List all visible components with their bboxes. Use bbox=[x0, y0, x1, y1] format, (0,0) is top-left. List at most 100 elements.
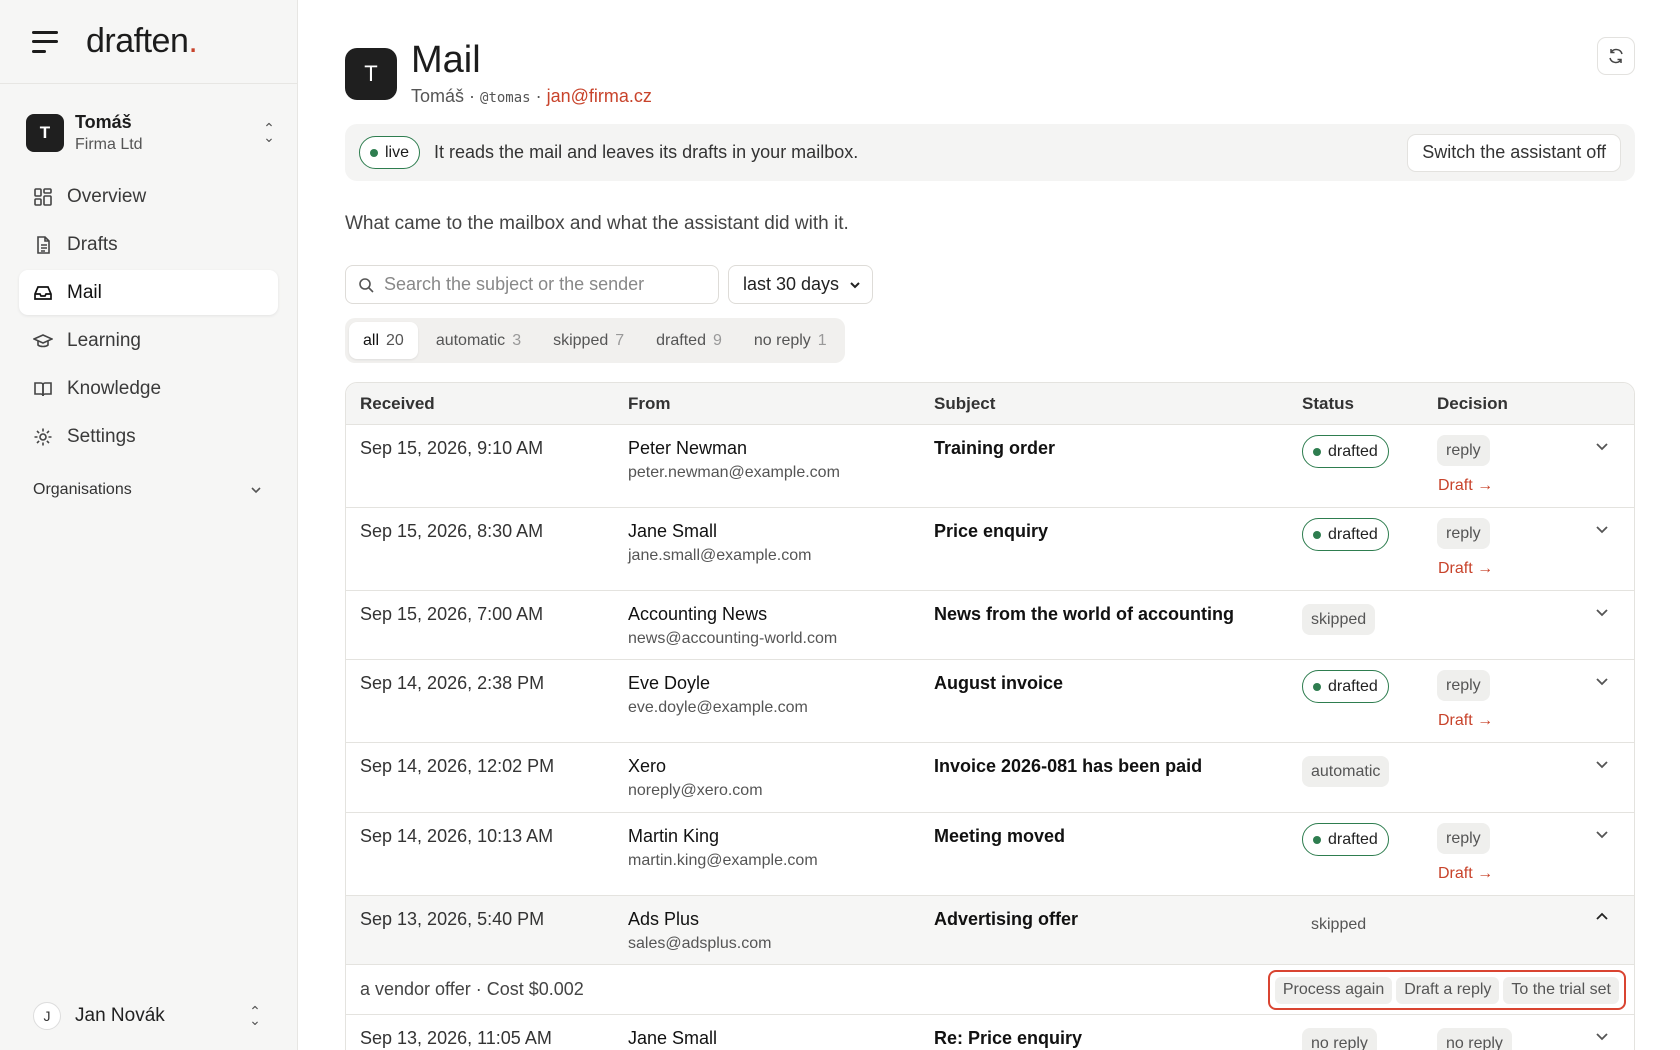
period-selected: last 30 days bbox=[743, 274, 840, 294]
column-received[interactable]: Received bbox=[360, 394, 435, 414]
subject-cell: Price enquiry bbox=[934, 521, 1049, 541]
tab-drafted[interactable]: drafted 9 bbox=[642, 322, 736, 359]
column-from[interactable]: From bbox=[628, 394, 671, 414]
mail-table: Received From Subject Status Decision Se… bbox=[345, 382, 1635, 1050]
organisations-label: Organisations bbox=[33, 481, 132, 498]
chevron-down-icon[interactable] bbox=[1594, 673, 1610, 694]
column-status[interactable]: Status bbox=[1302, 394, 1354, 414]
from-cell: Jane Small bbox=[628, 1028, 718, 1048]
chevron-down-icon[interactable] bbox=[1594, 756, 1610, 777]
draft-link[interactable]: Draft → bbox=[1438, 712, 1493, 730]
sidebar-item-learning[interactable]: Learning bbox=[19, 318, 278, 363]
status-badge: skipped bbox=[1311, 915, 1367, 933]
subject-cell: Training order bbox=[934, 438, 1056, 458]
received-cell: Sep 15, 2026, 8:30 AM bbox=[360, 521, 544, 541]
refresh-button[interactable] bbox=[1597, 37, 1635, 75]
organisations-toggle[interactable]: Organisations bbox=[33, 481, 263, 499]
chevron-updown-icon: ⌃ ⌄ bbox=[263, 120, 275, 145]
header-avatar: T bbox=[345, 48, 397, 100]
column-decision[interactable]: Decision bbox=[1437, 394, 1508, 414]
column-subject[interactable]: Subject bbox=[934, 394, 995, 414]
account-avatar: T bbox=[26, 114, 64, 152]
draft-a-reply-button[interactable]: Draft a reply bbox=[1396, 976, 1500, 1004]
process-again-button[interactable]: Process again bbox=[1274, 976, 1393, 1004]
sidebar-item-label: Drafts bbox=[67, 233, 118, 255]
status-badge: drafted bbox=[1302, 435, 1389, 468]
chevron-updown-icon: ⌃ ⌄ bbox=[249, 1003, 261, 1028]
status-badge: drafted bbox=[1302, 670, 1389, 703]
to-the-trial-set-button[interactable]: To the trial set bbox=[1503, 976, 1619, 1004]
subject-cell: News from the world of accounting bbox=[934, 604, 1235, 624]
logo[interactable]: draften. bbox=[86, 22, 198, 61]
sidebar-item-label: Knowledge bbox=[67, 377, 162, 399]
table-row[interactable]: Sep 13, 2026, 5:40 PM Ads Plus sales@adsp… bbox=[346, 896, 1634, 965]
chevron-down-icon[interactable] bbox=[1594, 1028, 1610, 1049]
refresh-icon bbox=[1609, 48, 1623, 64]
table-row[interactable]: Sep 14, 2026, 2:38 PM Eve Doyle eve.doyle… bbox=[346, 660, 1634, 743]
user-name: Jan Novák bbox=[75, 1005, 165, 1026]
from-cell: Eve Doyle eve.doyle@example.com bbox=[628, 673, 808, 716]
sidebar-item-label: Learning bbox=[67, 329, 141, 351]
tab-no-reply[interactable]: no reply 1 bbox=[740, 322, 841, 359]
account-org: Firma Ltd bbox=[75, 136, 143, 153]
table-row[interactable]: Sep 14, 2026, 10:13 AM Martin King martin… bbox=[346, 813, 1634, 896]
table-header: Received From Subject Status Decision bbox=[346, 383, 1634, 425]
chevron-up-icon[interactable] bbox=[1594, 909, 1610, 930]
live-badge: live bbox=[359, 136, 421, 169]
decision-cell: no reply bbox=[1437, 1028, 1512, 1050]
table-row[interactable]: Sep 15, 2026, 9:10 AM Peter Newman peter.… bbox=[346, 425, 1634, 508]
tab-automatic[interactable]: automatic 3 bbox=[422, 322, 535, 359]
sidebar-item-mail[interactable]: Mail bbox=[19, 270, 278, 315]
decision-cell: reply Draft → bbox=[1437, 518, 1493, 578]
draft-link[interactable]: Draft → bbox=[1438, 477, 1493, 495]
received-cell: Sep 14, 2026, 10:13 AM bbox=[360, 826, 554, 846]
decision-cell: reply Draft → bbox=[1437, 670, 1493, 730]
chevron-down-icon[interactable] bbox=[1594, 438, 1610, 459]
sidebar-item-knowledge[interactable]: Knowledge bbox=[19, 366, 278, 411]
from-cell: Xero noreply@xero.com bbox=[628, 756, 763, 799]
assistant-status-text: It reads the mail and leaves its drafts … bbox=[434, 142, 859, 162]
sidebar-nav: Overview Drafts Mail Learning Knowledge … bbox=[0, 174, 297, 459]
grid-icon bbox=[34, 187, 52, 206]
header-name: Tomáš bbox=[411, 86, 465, 106]
search-input[interactable]: Search the subject or the sender bbox=[345, 265, 719, 304]
chevron-down-icon[interactable] bbox=[1594, 521, 1610, 542]
received-cell: Sep 14, 2026, 12:02 PM bbox=[360, 756, 555, 776]
draft-link[interactable]: Draft → bbox=[1438, 865, 1493, 883]
sidebar-item-overview[interactable]: Overview bbox=[19, 174, 278, 219]
table-row[interactable]: Sep 15, 2026, 7:00 AM Accounting News new… bbox=[346, 591, 1634, 660]
account-switcher[interactable]: T Tomáš Firma Ltd ⌃ ⌄ bbox=[26, 108, 277, 158]
user-menu[interactable]: J Jan Novák ⌃ ⌄ bbox=[33, 1002, 263, 1030]
avatar: J bbox=[33, 1002, 61, 1030]
from-cell: Peter Newman peter.newman@example.com bbox=[628, 438, 840, 481]
brand-bar: draften. bbox=[0, 0, 297, 84]
search-placeholder: Search the subject or the sender bbox=[384, 274, 645, 294]
draft-link[interactable]: Draft → bbox=[1438, 560, 1493, 578]
tab-skipped[interactable]: skipped 7 bbox=[539, 322, 638, 359]
sidebar-item-label: Mail bbox=[67, 281, 102, 303]
sidebar-item-drafts[interactable]: Drafts bbox=[19, 222, 278, 267]
header-email-link[interactable]: jan@firma.cz bbox=[547, 86, 652, 106]
table-row[interactable]: Sep 15, 2026, 8:30 AM Jane Small jane.sma… bbox=[346, 508, 1634, 591]
page-header: T Mail Tomáš · @tomas · jan@firma.cz bbox=[345, 40, 652, 107]
page-title: Mail bbox=[411, 39, 481, 81]
from-cell: Ads Plus sales@adsplus.com bbox=[628, 909, 772, 952]
menu-icon[interactable] bbox=[32, 30, 60, 53]
tab-all[interactable]: all 20 bbox=[349, 322, 418, 359]
chevron-down-icon[interactable] bbox=[1594, 826, 1610, 847]
status-badge: drafted bbox=[1302, 823, 1389, 856]
switch-assistant-off-button[interactable]: Switch the assistant off bbox=[1407, 133, 1621, 172]
received-cell: Sep 13, 2026, 11:05 AM bbox=[360, 1028, 552, 1048]
sidebar-item-settings[interactable]: Settings bbox=[19, 414, 278, 459]
from-cell: Martin King martin.king@example.com bbox=[628, 826, 818, 869]
detail-text: a vendor offer · Cost $0.002 bbox=[360, 979, 584, 999]
page-description: What came to the mailbox and what the as… bbox=[345, 213, 849, 234]
chevron-down-icon[interactable] bbox=[1594, 604, 1610, 625]
status-badge: no reply bbox=[1302, 1028, 1377, 1050]
table-row[interactable]: Sep 13, 2026, 11:05 AM Jane Small Re: Pr… bbox=[346, 1015, 1634, 1050]
period-select[interactable]: last 30 days bbox=[728, 265, 873, 304]
book-icon bbox=[34, 381, 52, 396]
subject-cell: Re: Price enquiry bbox=[934, 1028, 1083, 1048]
table-row[interactable]: Sep 14, 2026, 12:02 PM Xero noreply@xero.… bbox=[346, 743, 1634, 813]
sidebar-item-label: Settings bbox=[67, 425, 136, 447]
